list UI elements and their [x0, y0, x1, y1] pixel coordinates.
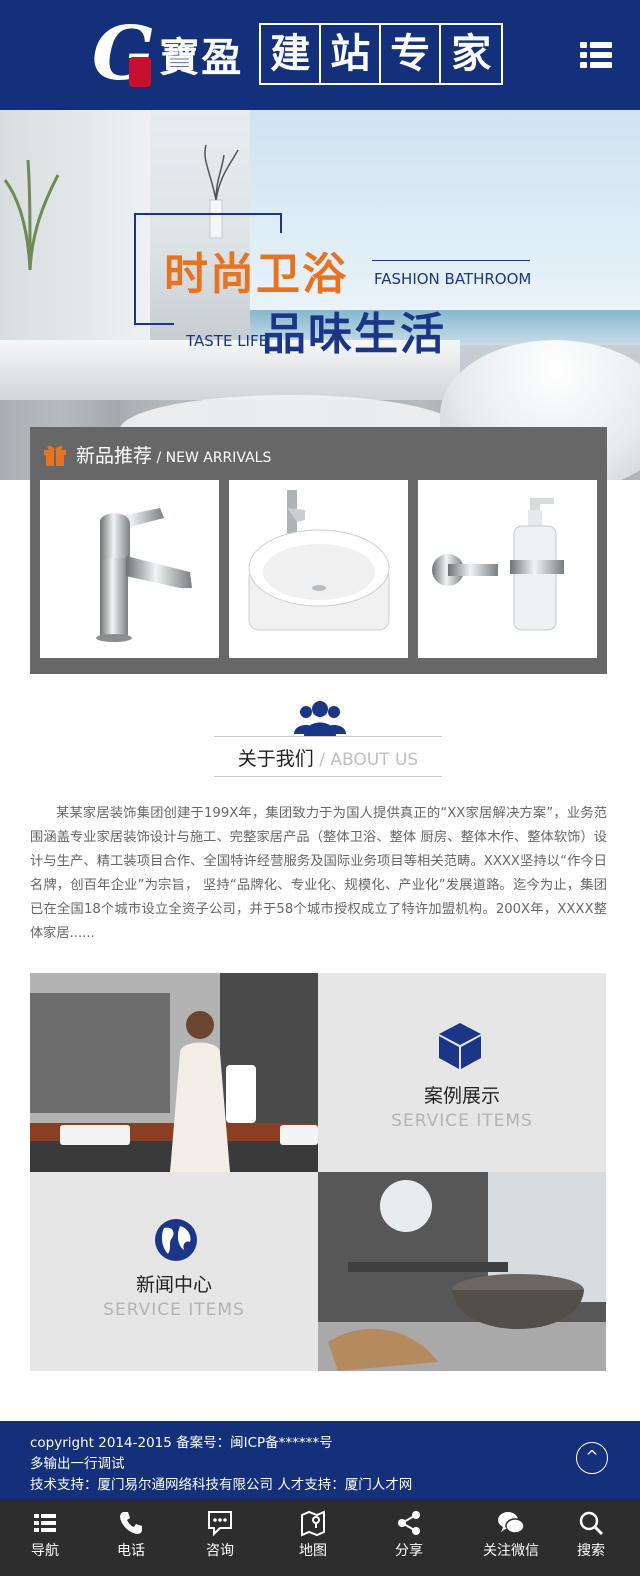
nav-label: 分享 — [395, 1543, 423, 1559]
cases-title: 案例展示 — [423, 1085, 500, 1107]
nav-label: 电话 — [117, 1543, 145, 1559]
nav-label: 关注微信 — [483, 1543, 539, 1559]
footer-debug-line: 多输出一行调试 — [30, 1456, 125, 1472]
banner-divider — [372, 260, 530, 261]
news-photo[interactable] — [318, 1172, 606, 1371]
globe-icon — [155, 1219, 197, 1261]
nav-item-map[interactable]: 地图 — [270, 1499, 356, 1576]
search-icon — [579, 1511, 604, 1536]
phone-icon — [120, 1512, 142, 1534]
site-logo[interactable]: G 寶盈 建 站 专 家 — [92, 14, 504, 94]
cube-icon — [439, 1023, 481, 1069]
news-tile[interactable]: 新闻中心 SERVICE ITEMS — [30, 1172, 318, 1371]
logo-brand: 寶盈 — [159, 34, 244, 81]
logo-tagline-char: 家 — [451, 30, 492, 77]
product-card-faucet[interactable] — [40, 480, 219, 658]
soap-dispenser-image — [432, 498, 564, 631]
banner-subline: 品味生活 — [262, 309, 446, 360]
basin-image — [248, 490, 390, 631]
about-title-en: / ABOUT US — [313, 750, 419, 770]
new-arrivals-title: 新品推荐 / NEW ARRIVALS — [76, 441, 271, 468]
logo-seal-icon — [129, 57, 152, 87]
news-title: 新闻中心 — [135, 1274, 212, 1296]
nav-label: 搜索 — [577, 1543, 605, 1559]
banner-subline-en: TASTE LIFE — [186, 332, 269, 350]
nav-item-share[interactable]: 分享 — [366, 1499, 452, 1576]
site-footer: copyright 2014-2015 备案号：闽ICP备******号 多输出… — [0, 1421, 640, 1499]
nav-label: 地图 — [299, 1543, 327, 1559]
site-header: G 寶盈 建 站 专 家 — [0, 0, 640, 110]
cases-photo[interactable] — [30, 973, 318, 1172]
wechat-icon — [498, 1512, 525, 1534]
menu-icon — [34, 1514, 56, 1532]
map-icon — [301, 1510, 325, 1537]
logo-tagline-char: 建 — [261, 25, 322, 83]
new-arrivals-title-en: / NEW ARRIVALS — [152, 450, 272, 466]
nav-item-wechat[interactable]: 关注微信 — [466, 1499, 556, 1576]
about-title[interactable]: 关于我们 / ABOUT US — [214, 744, 442, 771]
faucet-image — [96, 508, 192, 642]
new-arrivals-title-cn: 新品推荐 — [76, 445, 153, 467]
footer-copyright: copyright 2014-2015 备案号：闽ICP备******号 — [30, 1435, 333, 1451]
about-divider-bottom — [214, 776, 442, 777]
cases-subtitle: SERVICE ITEMS — [391, 1111, 533, 1131]
nav-label: 导航 — [31, 1543, 59, 1559]
list-menu-icon[interactable] — [580, 42, 612, 68]
chat-icon — [208, 1511, 232, 1537]
about-text: 某某家居装饰集团创建于199X年，集团致力于为国人提供真正的“XX家居解决方案”… — [30, 806, 607, 941]
new-arrivals-section: 新品推荐 / NEW ARRIVALS — [30, 427, 607, 674]
nav-item-phone[interactable]: 电话 — [88, 1499, 174, 1576]
gift-icon — [44, 445, 66, 466]
banner-headline: 时尚卫浴 — [164, 249, 348, 300]
nav-item-search[interactable]: 搜索 — [556, 1499, 626, 1576]
hero-banner[interactable]: 时尚卫浴 FASHION BATHROOM TASTE LIFE 品味生活 — [0, 110, 640, 480]
banner-headline-en: FASHION BATHROOM — [374, 270, 532, 288]
back-to-top-button[interactable]: ^ — [576, 1442, 608, 1474]
about-title-cn: 关于我们 — [237, 748, 314, 770]
news-subtitle: SERVICE ITEMS — [103, 1300, 245, 1320]
about-divider-top — [214, 736, 442, 737]
bathroom-tub-photo — [318, 1172, 606, 1371]
nav-item-consult[interactable]: 咨询 — [177, 1499, 263, 1576]
nav-label: 咨询 — [206, 1543, 234, 1559]
share-icon — [398, 1511, 420, 1535]
footer-support[interactable]: 技术支持：厦门易尔通网络科技有限公司 人才支持：厦门人才网 — [30, 1473, 412, 1493]
product-card-basin[interactable] — [229, 480, 408, 658]
product-card-dispenser[interactable] — [418, 480, 597, 658]
plant-icon — [3, 159, 60, 270]
nav-item-menu[interactable]: 导航 — [2, 1499, 88, 1576]
cases-tile[interactable]: 案例展示 SERVICE ITEMS — [318, 973, 606, 1172]
logo-tagline-char: 站 — [321, 25, 382, 83]
banner-frame-right — [280, 213, 282, 233]
logo-tagline-char: 专 — [381, 25, 442, 83]
bathroom-model-photo — [30, 973, 318, 1172]
logo-tagline: 建 站 专 家 — [259, 23, 504, 85]
team-icon — [294, 701, 346, 736]
bottom-nav: 导航 电话 咨询 地图 分享 关注微信 搜索 — [0, 1499, 640, 1576]
banner-frame-bottom — [134, 323, 174, 325]
